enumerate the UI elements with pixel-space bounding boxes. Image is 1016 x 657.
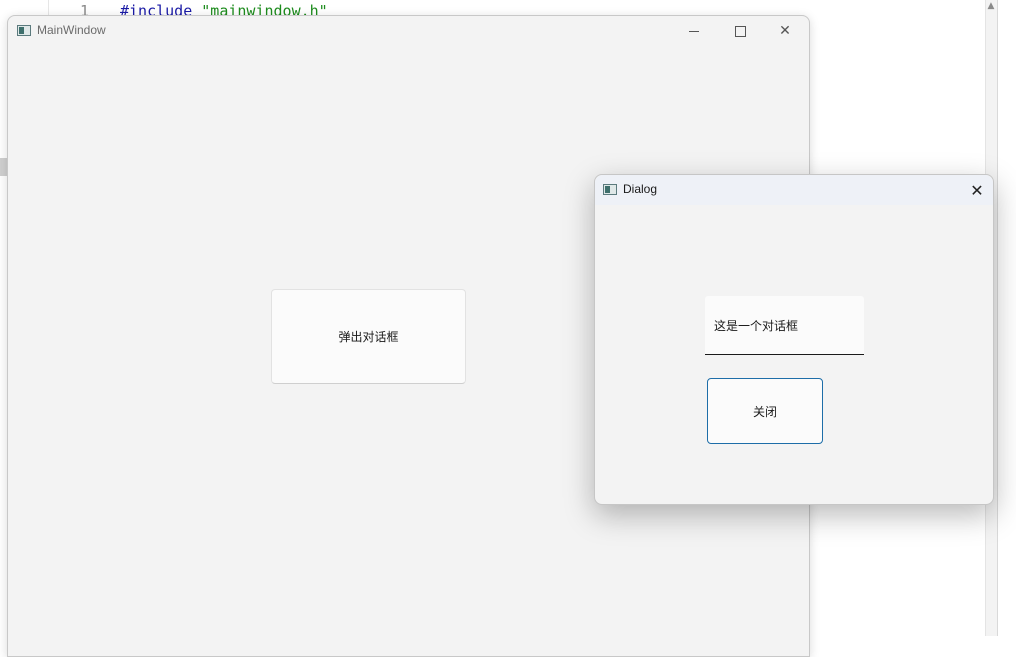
dialog-titlebar[interactable]: Dialog ✕: [595, 175, 993, 205]
dialog-window: Dialog ✕ 这是一个对话框 关闭: [594, 174, 994, 505]
maximize-button[interactable]: [717, 16, 763, 46]
minimize-icon: [689, 30, 699, 32]
app-icon: [603, 184, 617, 195]
editor-right-strip: [997, 0, 1016, 636]
app-icon: [17, 25, 31, 36]
close-icon: ✕: [970, 180, 984, 200]
close-window-button[interactable]: ✕: [762, 16, 808, 46]
scroll-up-arrow-icon[interactable]: ▲: [985, 0, 997, 12]
maximize-icon: [734, 25, 746, 37]
minimize-button[interactable]: [671, 16, 717, 46]
open-dialog-button[interactable]: 弹出对话框: [271, 289, 466, 384]
close-icon: ✕: [779, 23, 791, 39]
dialog-close-button[interactable]: ✕: [959, 175, 995, 205]
dialog-message-label: 这是一个对话框: [705, 296, 864, 355]
main-window-title: MainWindow: [37, 23, 106, 37]
main-window-titlebar[interactable]: MainWindow ✕: [8, 16, 809, 46]
close-button[interactable]: 关闭: [707, 378, 823, 444]
dialog-title: Dialog: [623, 182, 658, 196]
